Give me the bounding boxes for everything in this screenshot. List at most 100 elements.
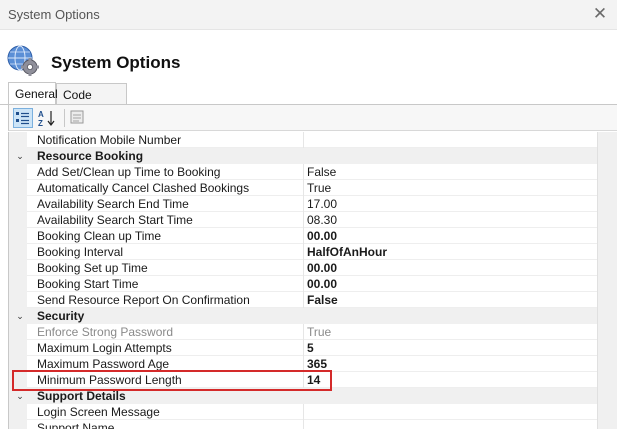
property-name: Enforce Strong Password [37, 325, 174, 339]
property-value[interactable] [307, 404, 597, 420]
tab-strip: General Code Format [0, 82, 617, 116]
property-value[interactable]: 00.00 [307, 276, 597, 292]
property-row[interactable]: Enforce Strong Password True [9, 324, 597, 340]
property-row[interactable]: Send Resource Report On Confirmation Fal… [9, 292, 597, 308]
property-value[interactable]: 365 [307, 356, 597, 372]
property-pages-button[interactable] [68, 108, 88, 128]
row-gutter [9, 404, 27, 420]
property-value[interactable]: 00.00 [307, 260, 597, 276]
alphabetical-sort-button[interactable]: A Z [37, 108, 57, 128]
property-name: Availability Search Start Time [37, 213, 193, 227]
row-gutter [9, 228, 27, 244]
property-grid: Notification Mobile Number ⌄ Resource Bo… [8, 132, 597, 429]
row-gutter [9, 324, 27, 340]
column-divider[interactable] [303, 164, 304, 180]
column-divider[interactable] [303, 276, 304, 292]
row-gutter [9, 276, 27, 292]
categorized-view-button[interactable] [13, 108, 33, 128]
property-name: Minimum Password Length [37, 373, 182, 387]
property-grid-toolbar: A Z [8, 105, 617, 131]
property-row[interactable]: Booking Clean up Time 00.00 [9, 228, 597, 244]
property-name: Booking Start Time [37, 277, 139, 291]
column-divider[interactable] [303, 420, 304, 429]
property-row[interactable]: Automatically Cancel Clashed Bookings Tr… [9, 180, 597, 196]
property-row[interactable]: Booking Start Time 00.00 [9, 276, 597, 292]
dialog-header: System Options [0, 31, 617, 83]
property-value[interactable]: False [307, 164, 597, 180]
property-value[interactable]: 00.00 [307, 228, 597, 244]
vertical-scrollbar[interactable] [597, 132, 617, 429]
property-row[interactable]: Booking Interval HalfOfAnHour [9, 244, 597, 260]
row-gutter [9, 292, 27, 308]
category-row-support-details[interactable]: ⌄ Support Details [9, 388, 597, 404]
svg-text:A: A [38, 110, 44, 119]
property-value[interactable] [307, 132, 597, 148]
column-divider[interactable] [303, 372, 304, 388]
category-label: Support Details [37, 389, 126, 403]
close-icon[interactable]: ✕ [589, 3, 611, 25]
category-row-security[interactable]: ⌄ Security [9, 308, 597, 324]
tab-general[interactable]: General [8, 82, 58, 104]
property-name: Availability Search End Time [37, 197, 189, 211]
category-row-resource-booking[interactable]: ⌄ Resource Booking [9, 148, 597, 164]
row-gutter [9, 164, 27, 180]
property-value[interactable]: 14 [307, 372, 597, 388]
row-gutter [9, 212, 27, 228]
title-bar: System Options ✕ [0, 0, 617, 30]
column-divider[interactable] [303, 292, 304, 308]
column-divider[interactable] [303, 212, 304, 228]
column-divider[interactable] [303, 260, 304, 276]
property-value[interactable]: 5 [307, 340, 597, 356]
category-label: Resource Booking [37, 149, 144, 163]
property-row[interactable]: Add Set/Clean up Time to Booking False [9, 164, 597, 180]
row-gutter [9, 340, 27, 356]
property-value[interactable]: False [307, 292, 597, 308]
sort-az-icon: A Z [38, 110, 55, 128]
column-divider[interactable] [303, 404, 304, 420]
property-row[interactable]: Support Name [9, 420, 597, 429]
property-row[interactable]: Maximum Login Attempts 5 [9, 340, 597, 356]
property-value: True [307, 325, 332, 339]
svg-text:Z: Z [38, 119, 43, 128]
property-value[interactable]: 17.00 [307, 196, 597, 212]
column-divider[interactable] [303, 324, 304, 340]
row-gutter [9, 180, 27, 196]
property-name: Booking Interval [37, 245, 124, 259]
collapse-icon[interactable]: ⌄ [13, 388, 27, 404]
property-row[interactable]: Availability Search Start Time 08.30 [9, 212, 597, 228]
row-gutter [9, 372, 27, 388]
category-label: Security [37, 309, 85, 323]
property-row-minimum-password-length[interactable]: Minimum Password Length 14 [9, 372, 597, 388]
property-name: Add Set/Clean up Time to Booking [37, 165, 221, 179]
column-divider[interactable] [303, 228, 304, 244]
property-name: Booking Set up Time [37, 261, 148, 275]
column-divider[interactable] [303, 196, 304, 212]
collapse-icon[interactable]: ⌄ [13, 308, 27, 324]
column-divider[interactable] [303, 356, 304, 372]
property-name: Booking Clean up Time [37, 229, 162, 243]
row-gutter [9, 244, 27, 260]
column-divider[interactable] [303, 244, 304, 260]
column-divider[interactable] [303, 340, 304, 356]
property-value[interactable] [307, 420, 597, 429]
tab-code-format[interactable]: Code Format [56, 83, 127, 116]
property-value[interactable]: 08.30 [307, 212, 597, 228]
collapse-icon[interactable]: ⌄ [13, 148, 27, 164]
property-value[interactable]: True [307, 180, 597, 196]
row-gutter [9, 356, 27, 372]
property-row[interactable]: Maximum Password Age 365 [9, 356, 597, 372]
property-row[interactable]: Login Screen Message [9, 404, 597, 420]
settings-globe-icon [7, 45, 39, 76]
property-row[interactable]: Availability Search End Time 17.00 [9, 196, 597, 212]
property-value[interactable]: HalfOfAnHour [307, 244, 597, 260]
row-gutter [9, 132, 27, 148]
toolbar-separator [64, 109, 65, 127]
property-name: Automatically Cancel Clashed Bookings [37, 181, 250, 195]
column-divider[interactable] [303, 180, 304, 196]
property-row[interactable]: Notification Mobile Number [9, 132, 597, 148]
row-gutter [9, 420, 27, 429]
column-divider[interactable] [303, 132, 304, 148]
property-name: Maximum Password Age [37, 357, 170, 371]
property-row[interactable]: Booking Set up Time 00.00 [9, 260, 597, 276]
property-name: Support Name [37, 421, 115, 429]
